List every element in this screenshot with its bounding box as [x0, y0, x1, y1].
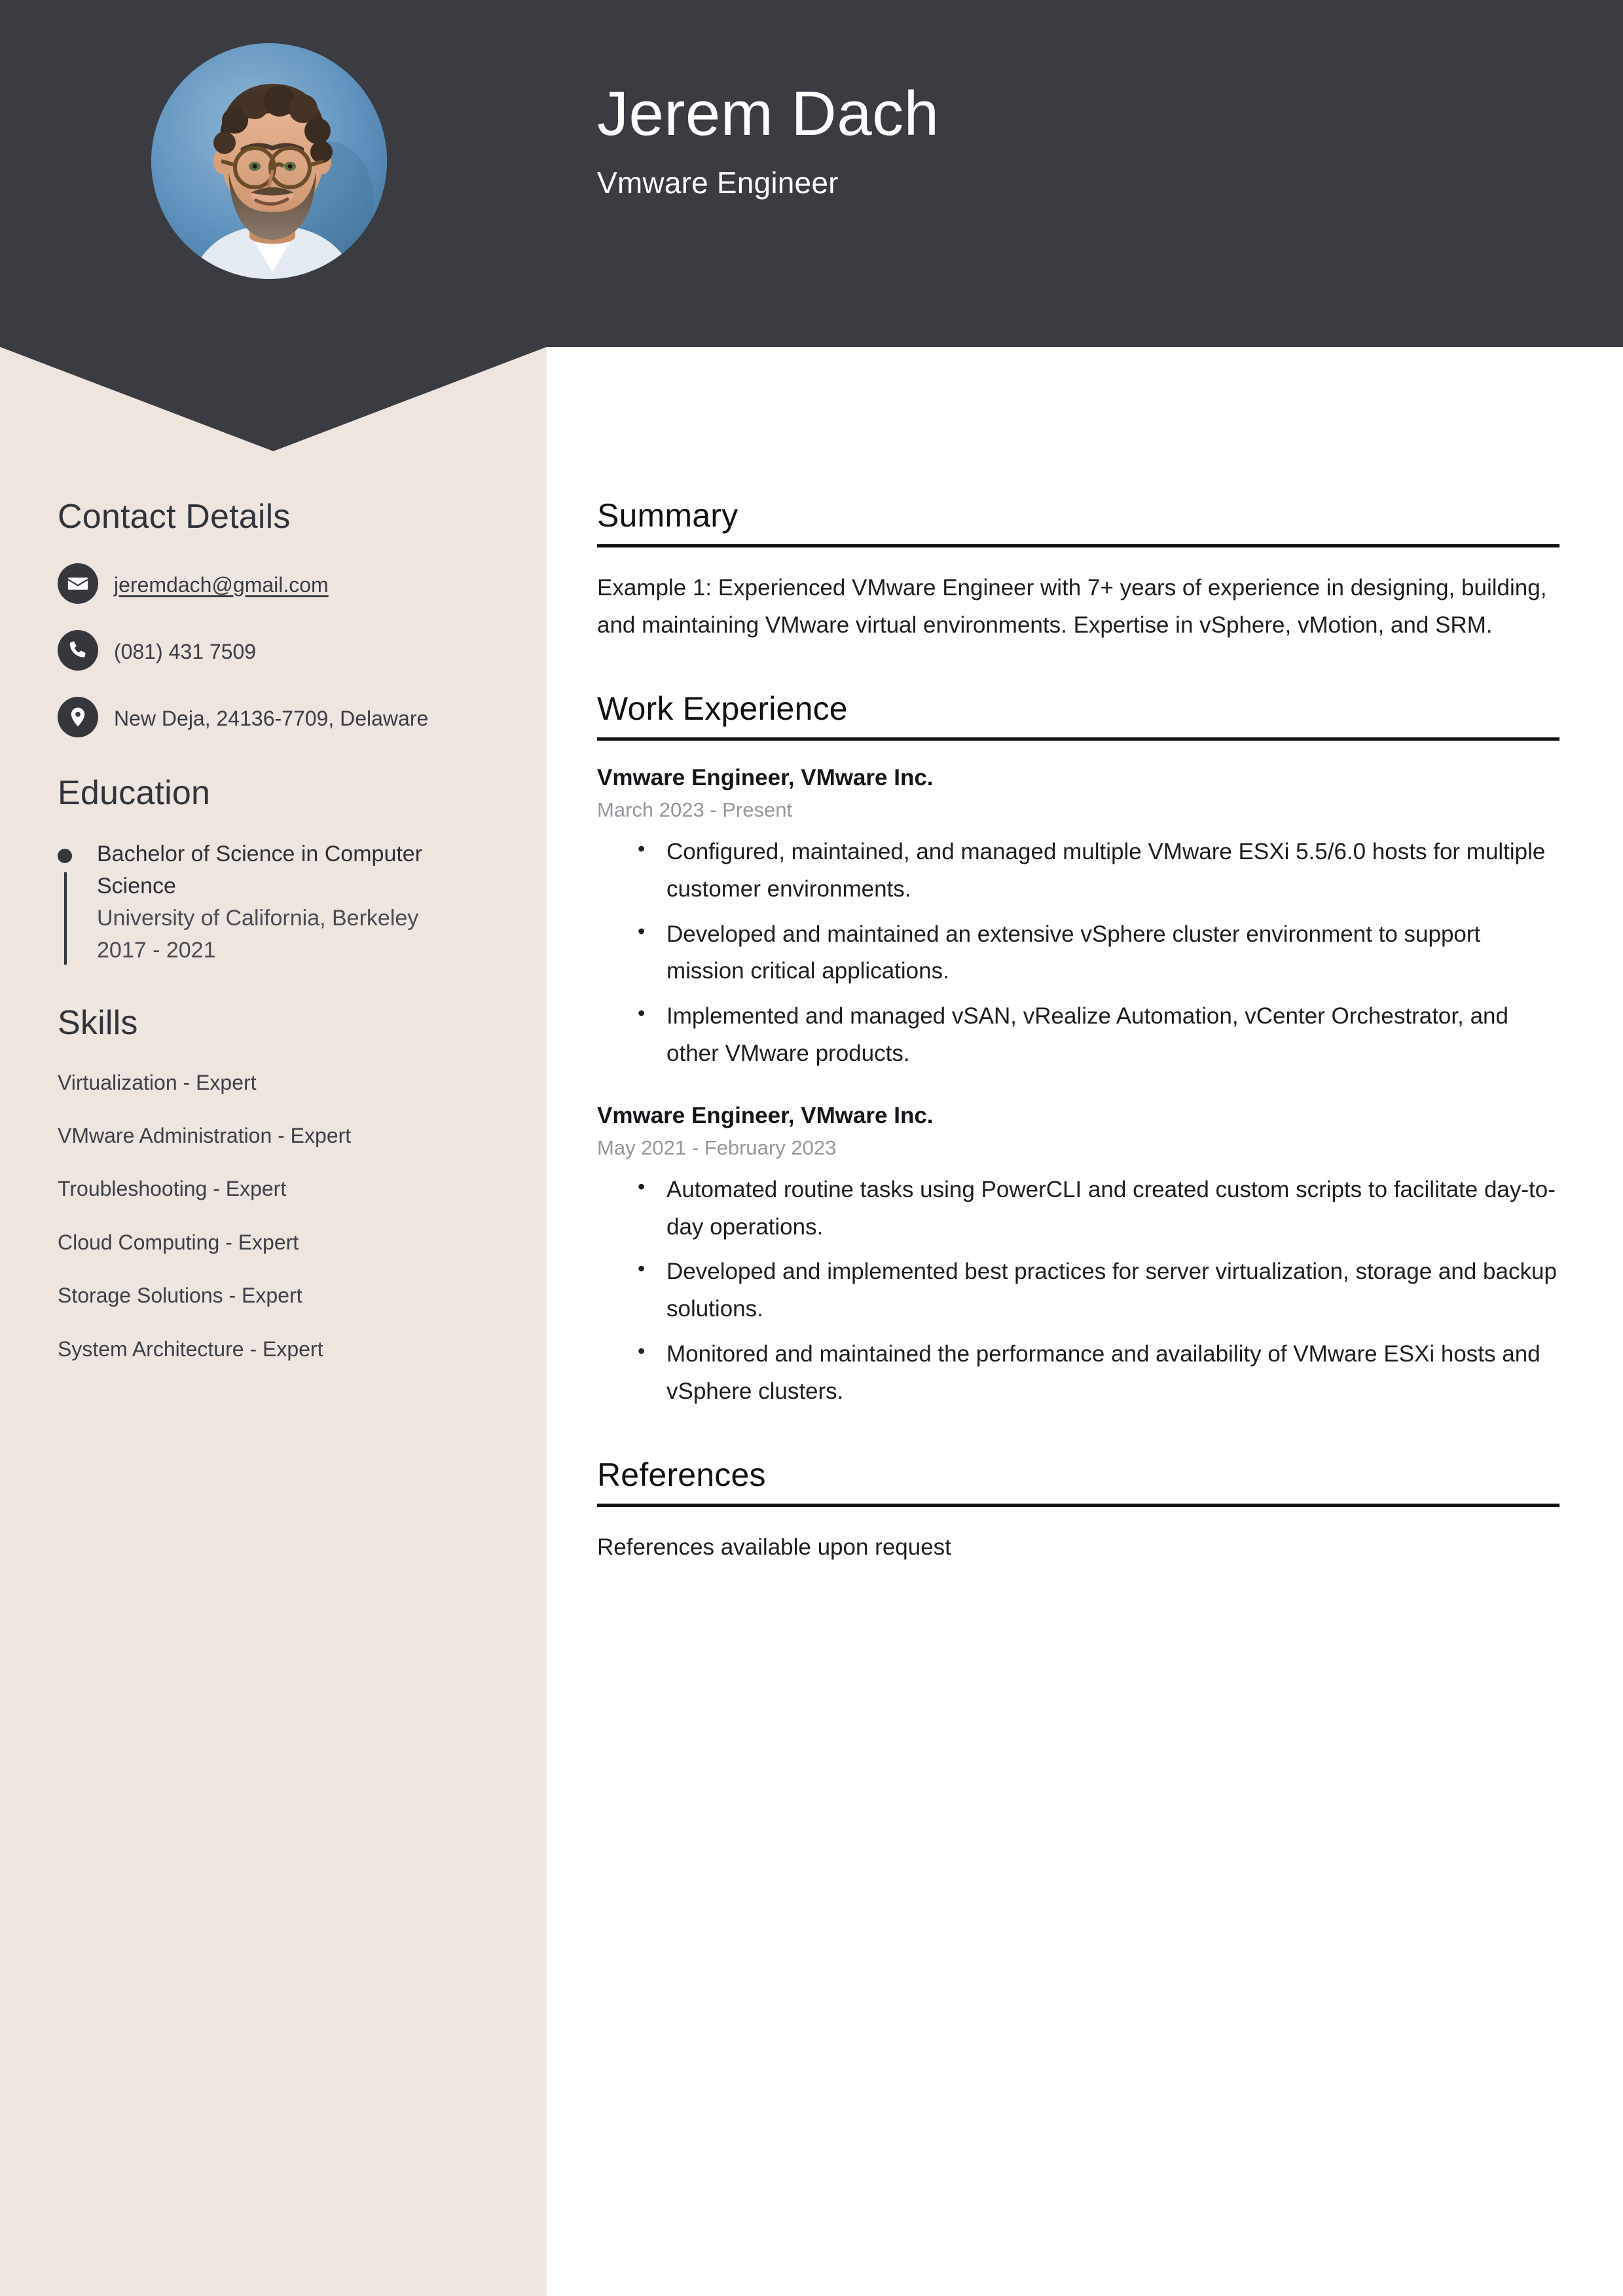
location-pin-icon — [58, 696, 98, 737]
job-bullet: Automated routine tasks using PowerCLI a… — [638, 1170, 1559, 1246]
sidebar-content: Contact Details jeremdach@gmail.com (081… — [58, 498, 490, 1388]
job-bullet: Developed and implemented best practices… — [638, 1252, 1559, 1327]
resume-page: Jerem Dach Vmware Engineer Contact Detai… — [0, 0, 1623, 2296]
education-degree: Bachelor of Science in Computer Science — [97, 841, 423, 898]
contact-details-section: Contact Details jeremdach@gmail.com (081… — [58, 498, 490, 737]
section-divider — [597, 1504, 1559, 1508]
person-job-title: Vmware Engineer — [597, 165, 839, 200]
job-entry: Vmware Engineer, VMware Inc. May 2021 - … — [597, 1101, 1559, 1410]
job-dates: March 2023 - Present — [597, 798, 793, 821]
job-bullet-list: Configured, maintained, and managed mult… — [597, 832, 1559, 1072]
references-section: References References available upon req… — [597, 1457, 1559, 1566]
job-title: Vmware Engineer, VMware Inc. — [597, 1103, 934, 1129]
phone-value: (081) 431 7509 — [114, 639, 257, 663]
skills-section: Skills Virtualization - Expert VMware Ad… — [58, 1004, 490, 1364]
skill-item: Virtualization - Expert — [58, 1070, 257, 1094]
education-school: University of California, Berkeley — [97, 906, 419, 931]
header-text-block: Jerem Dach Vmware Engineer — [597, 79, 1579, 201]
address-value: New Deja, 24136-7709, Delaware — [114, 706, 429, 730]
skill-item: Cloud Computing - Expert — [58, 1230, 299, 1254]
summary-heading: Summary — [597, 497, 739, 534]
section-divider — [597, 544, 1559, 547]
work-experience-heading: Work Experience — [597, 690, 848, 728]
skills-list: Virtualization - Expert VMware Administr… — [58, 1068, 490, 1365]
job-title: Vmware Engineer, VMware Inc. — [597, 765, 934, 791]
education-item: Bachelor of Science in Computer Science … — [58, 838, 490, 967]
skills-heading: Skills — [58, 1003, 138, 1042]
contact-item-email[interactable]: jeremdach@gmail.com — [58, 563, 490, 604]
section-divider — [597, 737, 1559, 741]
skill-item: VMware Administration - Expert — [58, 1124, 352, 1148]
job-bullet: Monitored and maintained the performance… — [638, 1335, 1559, 1410]
job-entry: Vmware Engineer, VMware Inc. March 2023 … — [597, 763, 1559, 1072]
contact-item-phone[interactable]: (081) 431 7509 — [58, 629, 490, 671]
contact-details-heading: Contact Details — [58, 498, 291, 536]
education-dates: 2017 - 2021 — [97, 938, 216, 963]
phone-icon — [58, 629, 98, 671]
contact-list: jeremdach@gmail.com (081) 431 7509 New D… — [58, 563, 490, 737]
summary-section: Summary Example 1: Experienced VMware En… — [597, 498, 1559, 644]
references-heading: References — [597, 1456, 766, 1494]
main-content: Summary Example 1: Experienced VMware En… — [597, 498, 1559, 1566]
references-text: References available upon request — [597, 1534, 951, 1561]
envelope-icon — [58, 563, 98, 604]
avatar — [151, 43, 387, 279]
profile-photo-icon — [151, 43, 387, 279]
page-title: Jerem Dach — [597, 79, 939, 149]
job-dates: May 2021 - February 2023 — [597, 1136, 837, 1159]
timeline-line — [64, 872, 67, 965]
education-heading: Education — [58, 773, 211, 812]
skill-item: Troubleshooting - Expert — [58, 1177, 287, 1201]
job-bullet: Configured, maintained, and managed mult… — [638, 832, 1559, 908]
job-bullet: Implemented and managed vSAN, vRealize A… — [638, 997, 1559, 1072]
contact-item-address: New Deja, 24136-7709, Delaware — [58, 696, 490, 737]
summary-text: Example 1: Experienced VMware Engineer w… — [597, 575, 1547, 638]
job-bullet-list: Automated routine tasks using PowerCLI a… — [597, 1170, 1559, 1410]
timeline-dot-icon — [58, 848, 72, 863]
job-bullet: Developed and maintained an extensive vS… — [638, 915, 1559, 990]
skill-item: System Architecture - Expert — [58, 1337, 323, 1361]
email-value[interactable]: jeremdach@gmail.com — [114, 563, 329, 602]
education-section: Education Bachelor of Science in Compute… — [58, 774, 490, 967]
skill-item: Storage Solutions - Expert — [58, 1284, 302, 1308]
work-experience-section: Work Experience Vmware Engineer, VMware … — [597, 691, 1559, 1410]
